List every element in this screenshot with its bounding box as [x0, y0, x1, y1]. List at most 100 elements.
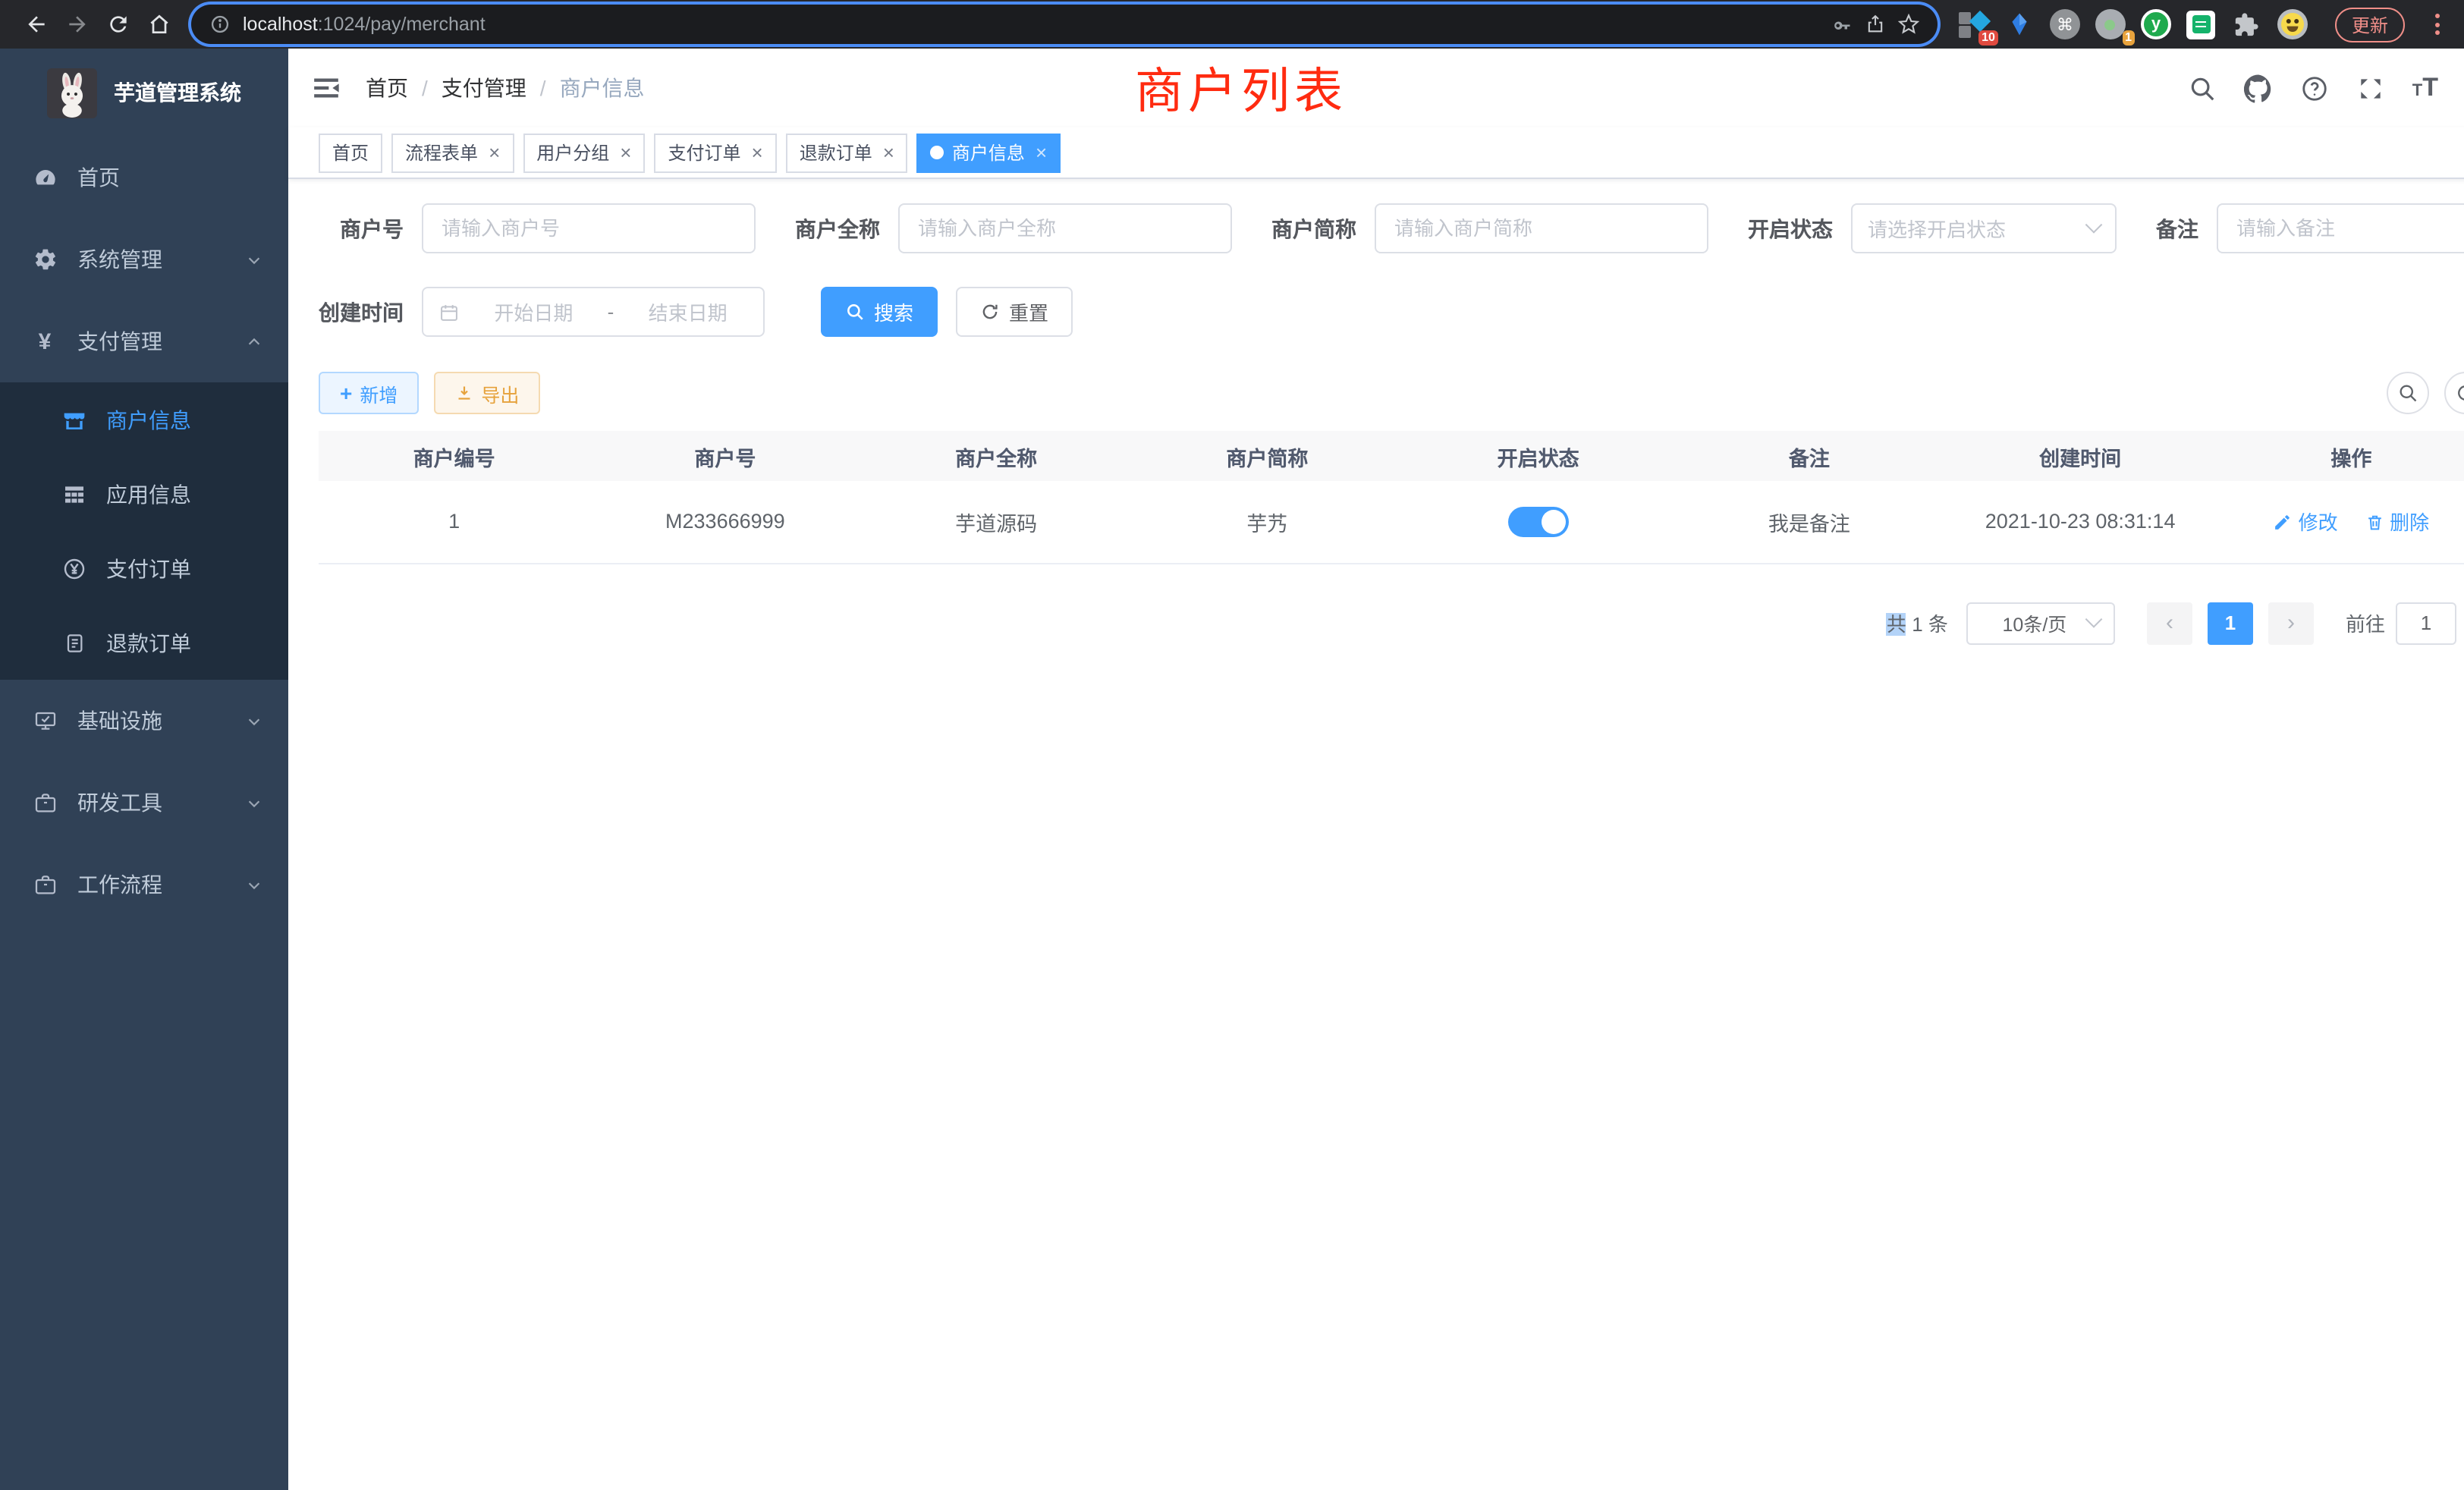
status-select[interactable]: 请选择开启状态 [1851, 203, 2117, 253]
extension-command-icon[interactable]: ⌘ [2050, 9, 2080, 39]
sidebar-item-label: 支付管理 [77, 326, 162, 357]
sidebar-collapse-icon[interactable] [311, 73, 341, 103]
tab-process-form[interactable]: 流程表单× [391, 133, 514, 172]
short-name-input[interactable] [1375, 203, 1708, 253]
status-toggle[interactable] [1508, 507, 1569, 537]
merchant-no-input[interactable] [422, 203, 756, 253]
table-refresh-button[interactable] [2444, 372, 2464, 414]
chevron-down-icon [246, 876, 262, 893]
tab-user-group[interactable]: 用户分组× [523, 133, 645, 172]
sidebar-item-dev-tools[interactable]: 研发工具 [0, 762, 288, 844]
tab-home[interactable]: 首页 [319, 133, 382, 172]
col-header-remark: 备注 [1674, 431, 1944, 481]
dashboard-icon [32, 165, 58, 190]
remark-label: 备注 [2156, 213, 2198, 244]
pagination: 共 1 条 10条/页 ‹ 1 › 前往 页 [319, 602, 2464, 644]
page-size-select[interactable]: 10条/页 [1966, 602, 2115, 644]
extension-profile-icon[interactable]: 1 [2095, 9, 2126, 39]
prev-page-button[interactable]: ‹ [2147, 602, 2192, 644]
remark-input[interactable] [2217, 203, 2464, 253]
full-name-input[interactable] [898, 203, 1232, 253]
next-page-button[interactable]: › [2268, 602, 2314, 644]
breadcrumb-current: 商户信息 [560, 73, 645, 103]
bookmark-star-icon[interactable] [1898, 14, 1919, 35]
sidebar-item-workflow[interactable]: 工作流程 [0, 844, 288, 926]
sidebar-item-system[interactable]: 系统管理 [0, 218, 288, 300]
extension-blue-diamond-icon[interactable]: 10 [1959, 9, 1989, 39]
start-date-placeholder: 开始日期 [473, 297, 594, 326]
help-icon[interactable] [2300, 74, 2329, 102]
browser-profile-avatar[interactable] [2277, 9, 2308, 39]
close-icon[interactable]: × [1036, 143, 1047, 162]
font-size-icon[interactable]: TT [2412, 73, 2438, 103]
sidebar-item-label: 商户信息 [106, 404, 191, 435]
url-bar[interactable]: localhost:1024/pay/merchant [191, 5, 1938, 44]
goto-page: 前往 页 [2346, 602, 2464, 644]
sidebar-item-label: 研发工具 [77, 787, 162, 818]
extension-y-icon[interactable]: y [2141, 9, 2171, 39]
tab-refund-order[interactable]: 退款订单× [786, 133, 908, 172]
reset-button[interactable]: 重置 [956, 287, 1073, 337]
date-range-input[interactable]: 开始日期 - 结束日期 [422, 287, 765, 337]
filter-row-2: 创建时间 开始日期 - 结束日期 搜索 [319, 287, 2464, 337]
page-content: 商户号 商户全称 商户简称 开启状态 请选择开启状态 [288, 179, 2464, 644]
browser-chrome: localhost:1024/pay/merchant 10 [0, 0, 2464, 49]
breadcrumb-home[interactable]: 首页 [366, 73, 408, 103]
col-header-short-name: 商户简称 [1132, 431, 1403, 481]
chevron-down-icon [246, 794, 262, 811]
sidebar-item-label: 应用信息 [106, 479, 191, 509]
browser-home-button[interactable] [138, 4, 179, 45]
browser-menu-icon[interactable] [2435, 14, 2440, 35]
browser-back-button[interactable] [15, 4, 56, 45]
share-icon[interactable] [1865, 14, 1886, 35]
col-header-actions: 操作 [2216, 431, 2464, 481]
sidebar-menu: 首页 系统管理 ¥ 支付管理 [0, 137, 288, 926]
close-icon[interactable]: × [620, 143, 631, 162]
sidebar-item-home[interactable]: 首页 [0, 137, 288, 218]
breadcrumb-payment[interactable]: 支付管理 [442, 73, 526, 103]
end-date-placeholder: 结束日期 [627, 297, 748, 326]
add-button[interactable]: + 新增 [319, 372, 419, 414]
briefcase-icon [32, 791, 58, 815]
plus-icon: + [340, 381, 352, 405]
short-name-label: 商户简称 [1271, 213, 1356, 244]
edit-link[interactable]: 修改 [2274, 508, 2338, 536]
goto-page-input[interactable] [2396, 602, 2456, 644]
search-icon[interactable] [2188, 74, 2217, 102]
extension-kite-icon[interactable] [2004, 9, 2035, 39]
extension-chat-icon[interactable] [2186, 9, 2217, 39]
close-icon[interactable]: × [752, 143, 763, 162]
browser-update-button[interactable]: 更新 [2335, 7, 2405, 42]
col-header-merchant-no: 商户号 [589, 431, 860, 481]
create-time-label: 创建时间 [319, 297, 404, 327]
breadcrumb-separator: / [540, 76, 546, 100]
table-toolbar: + 新增 导出 [319, 372, 2464, 414]
browser-reload-button[interactable] [97, 4, 138, 45]
search-button[interactable]: 搜索 [821, 287, 938, 337]
password-key-icon[interactable] [1831, 14, 1853, 35]
sidebar-item-merchant-info[interactable]: 商户信息 [0, 382, 288, 457]
close-icon[interactable]: × [489, 143, 500, 162]
app-logo-image [47, 68, 97, 118]
sidebar-item-pay-order[interactable]: 支付订单 [0, 531, 288, 605]
app-logo[interactable]: 芋道管理系统 [0, 49, 288, 137]
export-button[interactable]: 导出 [434, 372, 540, 414]
site-info-icon[interactable] [209, 14, 231, 35]
fullscreen-icon[interactable] [2356, 74, 2385, 102]
page-1-button[interactable]: 1 [2208, 602, 2253, 644]
extensions-puzzle-icon[interactable] [2232, 9, 2262, 39]
sidebar-item-payment[interactable]: ¥ 支付管理 [0, 300, 288, 382]
sidebar-item-refund-order[interactable]: 退款订单 [0, 605, 288, 680]
sidebar-item-label: 系统管理 [77, 244, 162, 275]
tab-pay-order[interactable]: 支付订单× [654, 133, 776, 172]
github-icon[interactable] [2244, 74, 2273, 102]
delete-link[interactable]: 删除 [2365, 508, 2429, 536]
breadcrumb: 首页 / 支付管理 / 商户信息 [366, 73, 645, 103]
close-icon[interactable]: × [883, 143, 894, 162]
sidebar-item-app-info[interactable]: 应用信息 [0, 457, 288, 531]
tab-merchant-info[interactable]: 商户信息× [917, 133, 1061, 172]
extension-badge: 1 [2122, 30, 2135, 46]
browser-forward-button[interactable] [56, 4, 97, 45]
table-search-toggle-button[interactable] [2387, 372, 2429, 414]
sidebar-item-infrastructure[interactable]: 基础设施 [0, 680, 288, 762]
